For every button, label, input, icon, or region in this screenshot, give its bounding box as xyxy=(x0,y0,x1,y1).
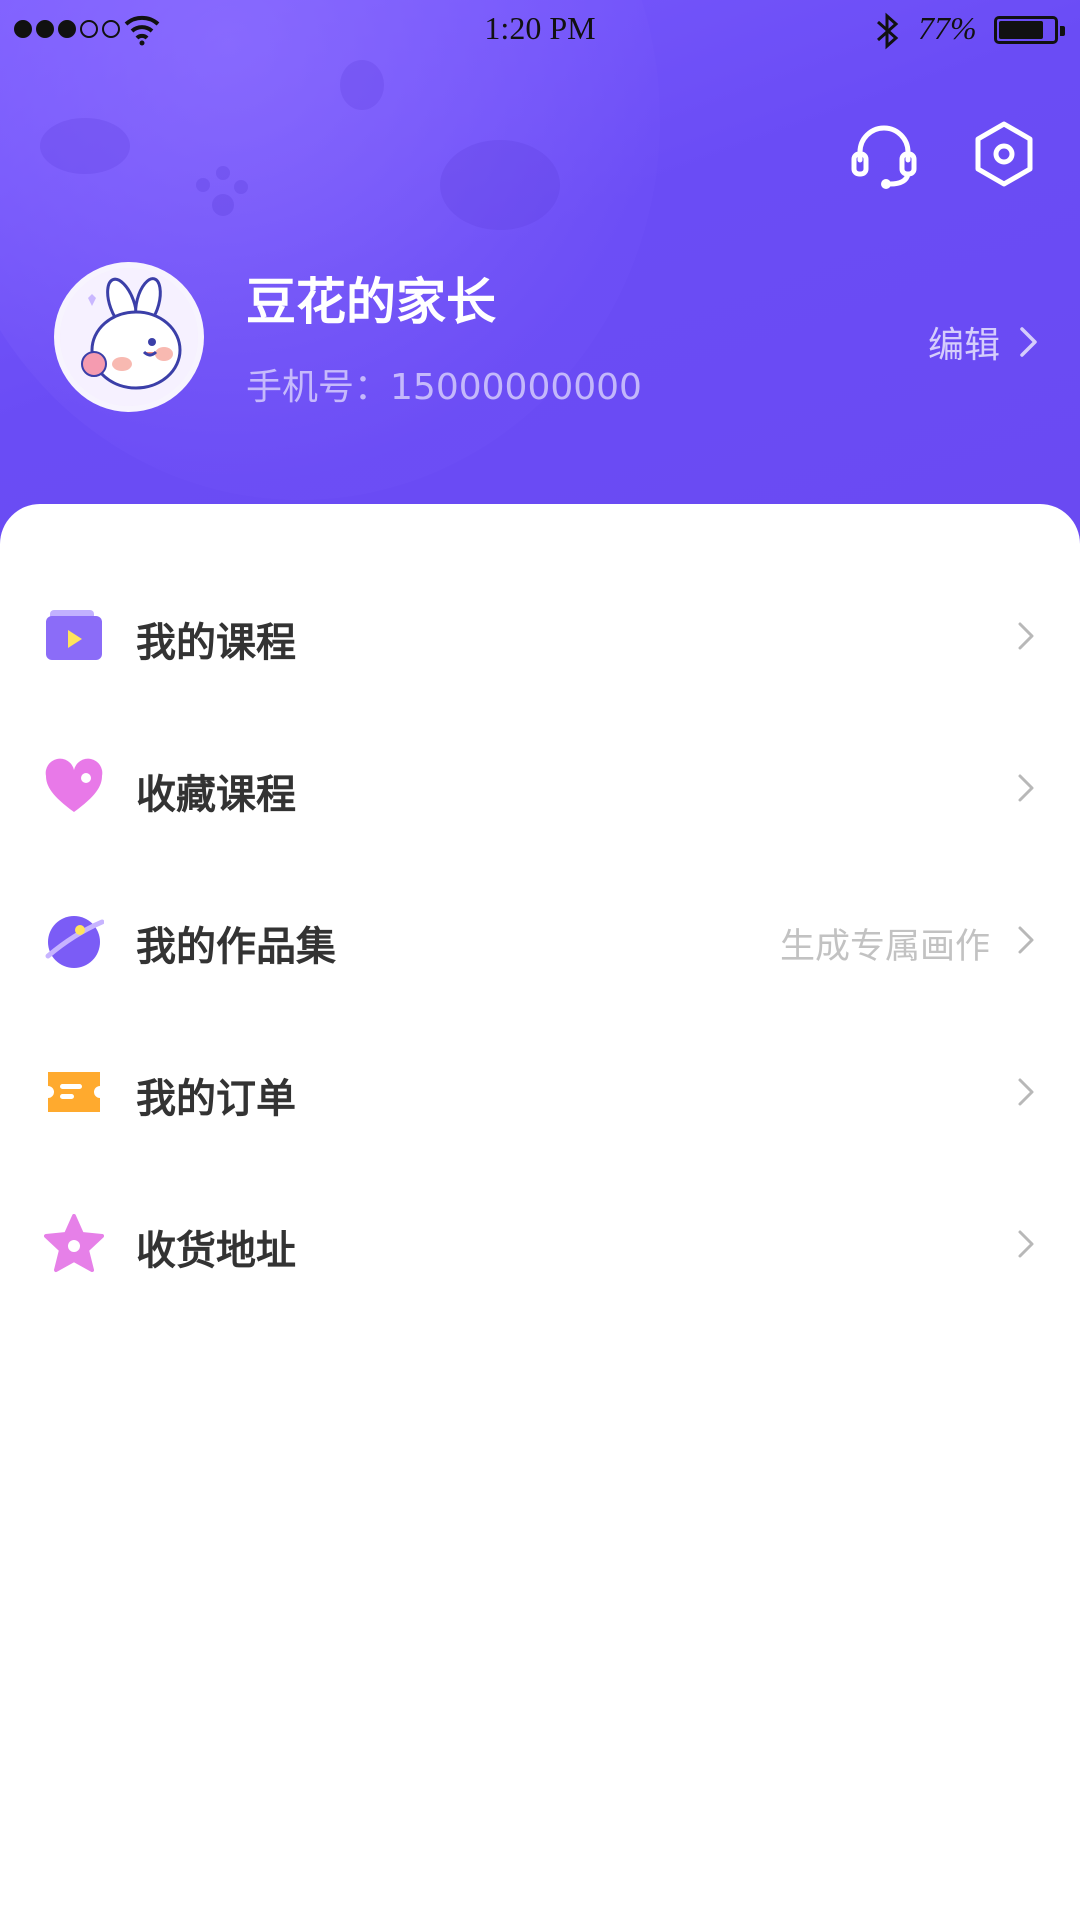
crater-decoration xyxy=(340,60,384,110)
menu-item-my-orders[interactable]: 我的订单 xyxy=(0,1016,1080,1168)
phone-info: 手机号：15000000000 xyxy=(246,358,642,410)
phone-number: 15000000000 xyxy=(390,367,642,408)
chevron-right-icon xyxy=(1018,1078,1034,1106)
user-name: 豆花的家长 xyxy=(246,273,496,331)
edit-label: 编辑 xyxy=(927,325,1000,366)
crater-decoration xyxy=(440,140,560,230)
paw-decoration xyxy=(216,166,230,180)
bunny-avatar xyxy=(60,268,198,406)
crater-decoration xyxy=(40,118,130,174)
menu-item-label: 收货地址 xyxy=(136,1228,296,1274)
profile-page: 1:20 PM 77% 豆花的家长 手机号：15000000000 编辑 我的课… xyxy=(0,0,1080,1920)
menu-item-my-portfolio[interactable]: 我的作品集 生成专属画作 xyxy=(0,864,1080,1016)
phone-label: 手机号： xyxy=(246,367,391,408)
settings-hex-icon[interactable] xyxy=(968,118,1040,190)
chevron-right-icon xyxy=(1018,926,1034,954)
edit-profile-button[interactable]: 编辑 xyxy=(928,316,1040,368)
menu-item-hint: 生成专属画作 xyxy=(779,927,990,967)
battery-percent: 77% xyxy=(918,10,977,46)
chevron-right-icon xyxy=(1018,1230,1034,1258)
star-icon xyxy=(44,1214,104,1272)
heart-icon xyxy=(45,758,103,812)
menu-item-label: 我的订单 xyxy=(136,1076,296,1122)
paw-decoration xyxy=(196,178,210,192)
planet-icon xyxy=(45,916,104,968)
chevron-right-icon xyxy=(1018,774,1034,802)
battery-icon xyxy=(994,16,1065,44)
menu-list: 我的课程 收藏课程 我的作品集 生成专属画作 我的订单 收货地址 xyxy=(0,560,1080,1320)
status-bar: 1:20 PM 77% xyxy=(0,0,1080,60)
play-folder-icon xyxy=(46,610,102,660)
menu-item-favorite-courses[interactable]: 收藏课程 xyxy=(0,712,1080,864)
menu-item-label: 我的课程 xyxy=(136,620,296,666)
ticket-icon xyxy=(48,1072,100,1112)
headset-icon[interactable] xyxy=(848,118,920,190)
paw-decoration xyxy=(212,194,234,216)
menu-item-label: 我的作品集 xyxy=(136,924,336,970)
planet-decoration xyxy=(0,0,660,500)
chevron-right-icon xyxy=(1020,327,1037,357)
menu-item-label: 收藏课程 xyxy=(136,772,296,818)
menu-item-shipping-address[interactable]: 收货地址 xyxy=(0,1168,1080,1320)
chevron-right-icon xyxy=(1018,622,1034,650)
paw-decoration xyxy=(234,180,248,194)
menu-item-my-courses[interactable]: 我的课程 xyxy=(0,560,1080,712)
profile-header: 1:20 PM 77% 豆花的家长 手机号：15000000000 编辑 xyxy=(0,0,1080,560)
menu-card: 我的课程 收藏课程 我的作品集 生成专属画作 我的订单 收货地址 xyxy=(0,504,1080,1920)
bluetooth-icon xyxy=(877,12,899,50)
avatar[interactable] xyxy=(54,262,204,412)
